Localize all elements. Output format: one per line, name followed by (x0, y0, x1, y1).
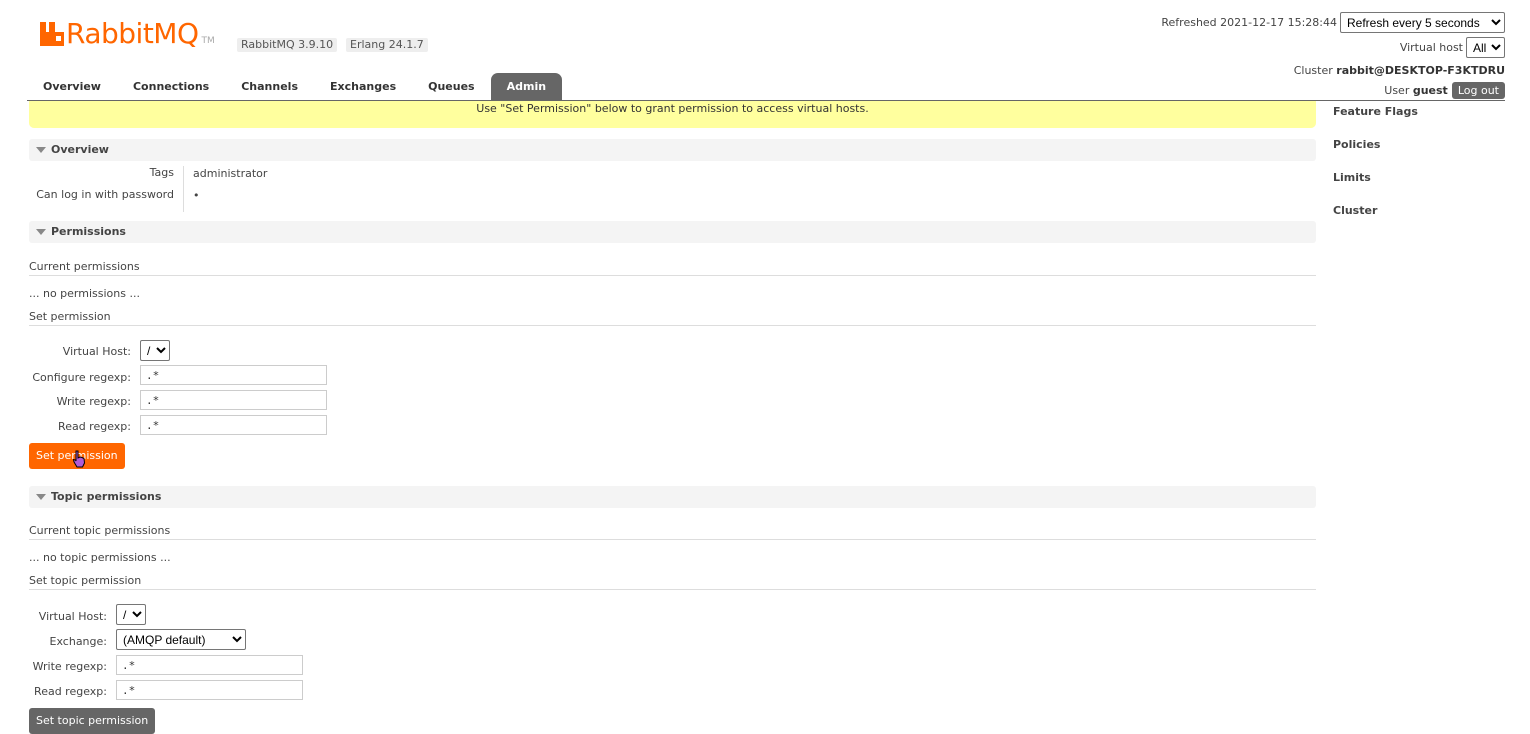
header-status: Refreshed 2021-12-17 15:28:44 Refresh ev… (1161, 10, 1505, 100)
admin-sidebar: Feature Flags Policies Limits Cluster (1333, 105, 1418, 237)
rabbitmq-logo[interactable]: RabbitMQ TM (40, 20, 215, 48)
erlang-version-badge: Erlang 24.1.7 (346, 38, 428, 52)
section-title: Topic permissions (51, 490, 162, 503)
trademark: TM (201, 36, 215, 46)
no-topic-permissions-text: ... no topic permissions ... (29, 551, 171, 564)
exchange-label: Exchange: (49, 635, 107, 648)
collapse-triangle-icon (36, 147, 46, 153)
configure-regexp-label: Configure regexp: (32, 371, 131, 384)
main-tabs: Overview Connections Channels Exchanges … (27, 73, 563, 100)
set-topic-permission-button[interactable]: Set topic permission (29, 708, 156, 734)
user-label: User (1384, 83, 1410, 97)
read-regexp-label: Read regexp: (58, 420, 131, 433)
virtual-host-label: Virtual host (1399, 41, 1463, 54)
topic-write-regexp-label: Write regexp: (32, 660, 107, 673)
logout-button[interactable]: Log out (1451, 81, 1505, 99)
current-topic-permissions-heading: Current topic permissions (29, 524, 1316, 540)
topic-write-regexp-input[interactable] (116, 655, 303, 675)
kv-divider (183, 166, 184, 212)
sidebar-item-cluster[interactable]: Cluster (1333, 204, 1418, 237)
configure-regexp-input[interactable] (140, 365, 327, 385)
tags-value: administrator (193, 167, 268, 180)
permissions-section-header[interactable]: Permissions (29, 221, 1316, 243)
tab-queues[interactable]: Queues (412, 73, 490, 100)
tab-admin[interactable]: Admin (490, 73, 563, 100)
tab-connections[interactable]: Connections (117, 73, 225, 100)
topic-virtual-host-label: Virtual Host: (38, 610, 107, 623)
hand-cursor-icon (72, 450, 86, 468)
tab-overview[interactable]: Overview (27, 73, 117, 100)
set-topic-permission-heading: Set topic permission (29, 574, 1316, 590)
virtual-host-label: Virtual Host: (62, 345, 131, 358)
overview-section-header[interactable]: Overview (29, 139, 1316, 161)
rabbitmq-logo-icon (40, 22, 64, 46)
logo-text: RabbitMQ (66, 17, 199, 50)
sidebar-item-policies[interactable]: Policies (1333, 138, 1418, 171)
info-banner: Use "Set Permission" below to grant perm… (29, 101, 1316, 128)
collapse-triangle-icon (36, 229, 46, 235)
set-permission-heading: Set permission (29, 310, 1316, 326)
cluster-label: Cluster (1293, 63, 1333, 77)
virtual-host-select[interactable]: / (140, 340, 170, 361)
refresh-interval-select[interactable]: Refresh every 5 seconds (1340, 12, 1505, 33)
sidebar-item-limits[interactable]: Limits (1333, 171, 1418, 204)
tab-exchanges[interactable]: Exchanges (314, 73, 412, 100)
section-title: Overview (51, 143, 109, 156)
write-regexp-input[interactable] (140, 390, 327, 410)
current-permissions-heading: Current permissions (29, 260, 1316, 276)
user-name: guest (1412, 83, 1448, 97)
tab-channels[interactable]: Channels (225, 73, 314, 100)
topic-permissions-section-header[interactable]: Topic permissions (29, 486, 1316, 508)
tags-label: Tags (149, 166, 174, 179)
sidebar-item-feature-flags[interactable]: Feature Flags (1333, 105, 1418, 138)
exchange-select[interactable]: (AMQP default) (116, 629, 246, 650)
section-title: Permissions (51, 225, 126, 238)
refreshed-timestamp: Refreshed 2021-12-17 15:28:44 (1161, 16, 1337, 29)
login-value: • (193, 189, 200, 202)
write-regexp-label: Write regexp: (56, 395, 131, 408)
topic-virtual-host-select[interactable]: / (116, 604, 146, 625)
topic-read-regexp-label: Read regexp: (34, 685, 107, 698)
topic-read-regexp-input[interactable] (116, 680, 303, 700)
collapse-triangle-icon (36, 494, 46, 500)
cluster-name: rabbit@DESKTOP-F3KTDRU (1336, 63, 1505, 77)
no-permissions-text: ... no permissions ... (29, 287, 140, 300)
read-regexp-input[interactable] (140, 415, 327, 435)
rabbitmq-version-badge: RabbitMQ 3.9.10 (237, 38, 338, 52)
virtual-host-select[interactable]: All (1466, 37, 1505, 58)
login-label: Can log in with password (36, 188, 174, 201)
